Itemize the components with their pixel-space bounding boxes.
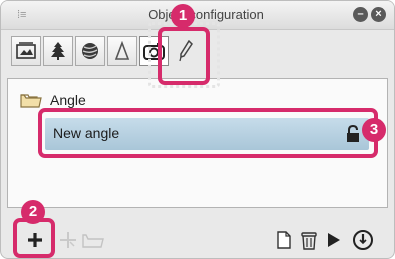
texture-tab-icon — [82, 43, 98, 59]
layout-tab-icon — [114, 41, 130, 60]
close-icon[interactable]: × — [371, 7, 386, 22]
bottom-toolbar — [1, 214, 394, 258]
power-icon — [353, 230, 373, 250]
tab-scene[interactable] — [11, 36, 41, 66]
power-button[interactable] — [349, 226, 377, 254]
collapse-icon[interactable]: – — [353, 7, 368, 22]
folder-icon — [20, 94, 42, 108]
callout-badge-3: 3 — [362, 118, 386, 142]
play-button[interactable] — [323, 228, 345, 252]
folder-row-angle[interactable]: Angle — [20, 90, 86, 110]
delete-button[interactable] — [297, 228, 321, 252]
add-button-callout — [13, 218, 55, 258]
copy-icon — [277, 231, 291, 249]
tab-tree[interactable] — [43, 36, 73, 66]
new-folder-button[interactable] — [81, 228, 105, 252]
delete-icon — [301, 232, 317, 250]
camera-tab-callout-halo — [148, 22, 220, 88]
folder-label: Angle — [50, 92, 86, 108]
callout-badge-1: 1 — [171, 4, 195, 28]
scene-tab-icon — [16, 42, 36, 59]
callout-badge-2: 2 — [21, 200, 45, 224]
play-icon — [328, 233, 340, 247]
add-folder-icon — [60, 232, 76, 248]
tree-tab-icon — [51, 42, 65, 60]
add-to-folder-button[interactable] — [57, 228, 79, 252]
panel-title: Object configuration — [148, 7, 264, 22]
copy-button[interactable] — [273, 228, 295, 252]
new-angle-callout — [38, 108, 378, 158]
tab-layout[interactable] — [107, 36, 137, 66]
grip-icon[interactable]: ⁞≡ — [17, 9, 27, 21]
new-folder-icon — [82, 234, 104, 248]
tab-texture[interactable] — [75, 36, 105, 66]
